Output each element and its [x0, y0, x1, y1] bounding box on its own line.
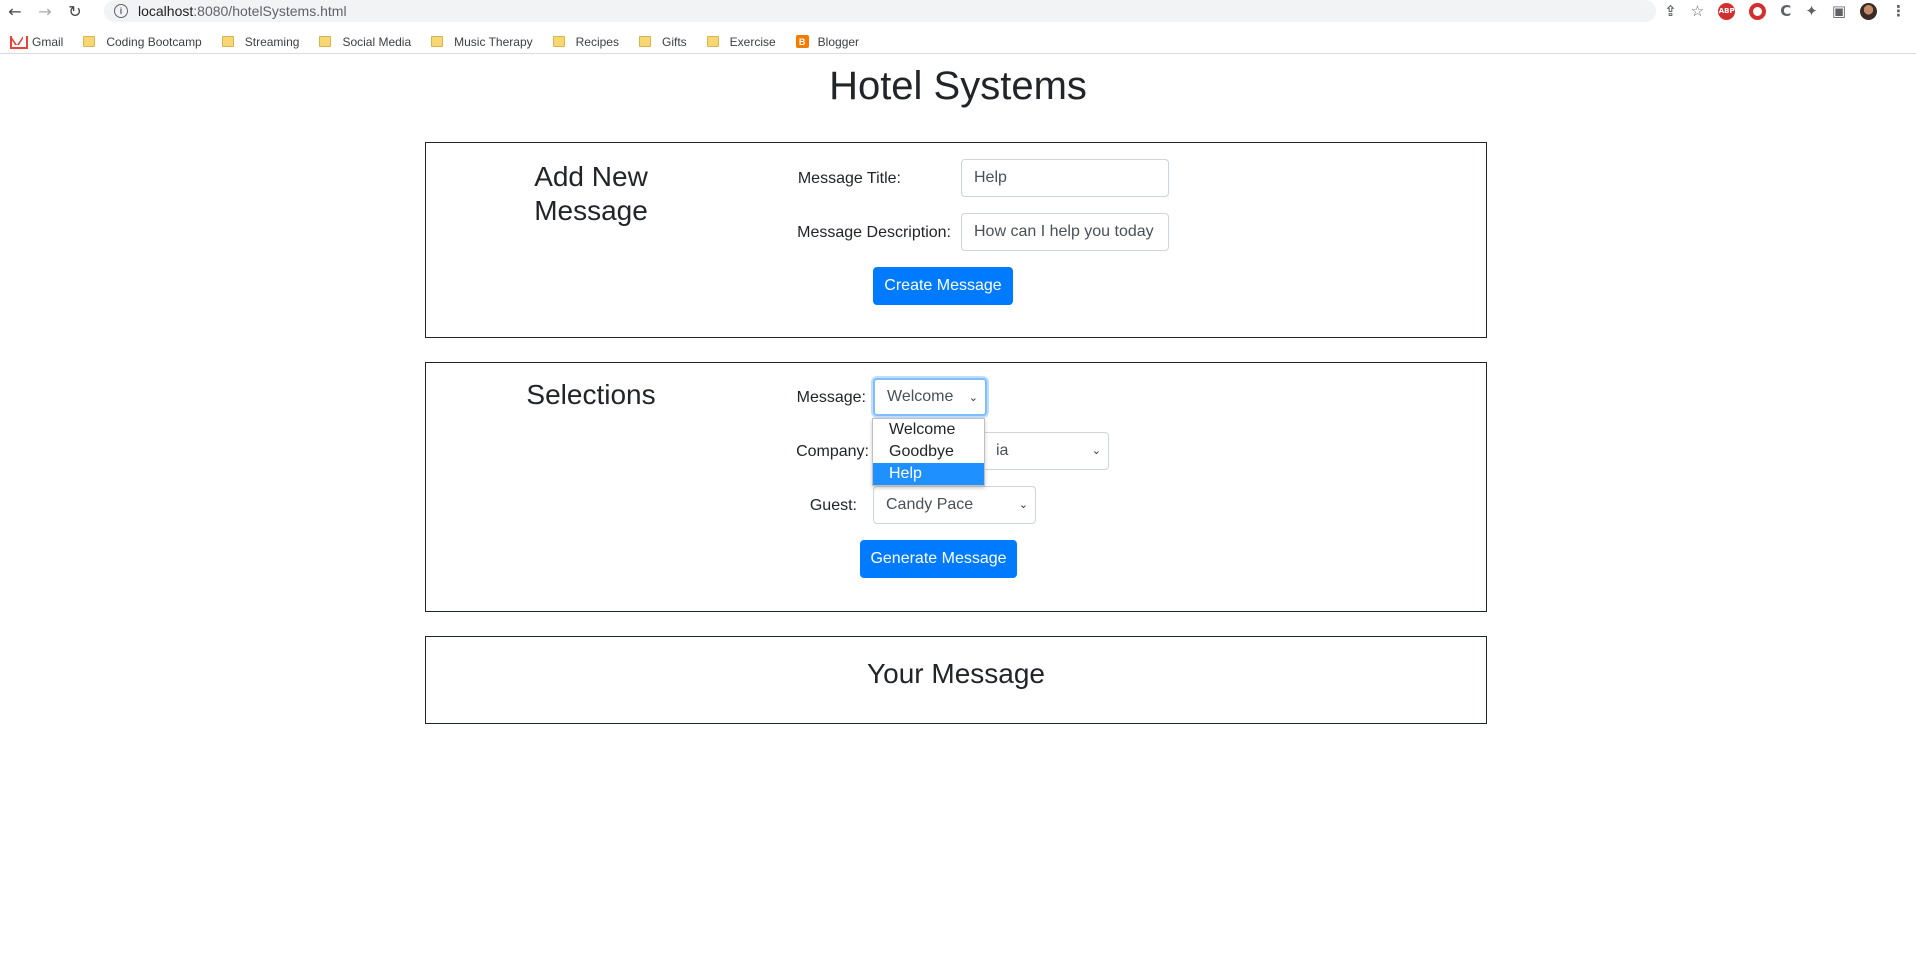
bookmark-item[interactable]: Gmail: [10, 31, 63, 53]
browser-toolbar: ← → ↻ i localhost:8080/hotelSystems.html…: [0, 0, 1916, 22]
message-description-label: Message Description:: [797, 224, 951, 241]
bookmark-item[interactable]: Social Media: [319, 31, 411, 53]
guest-select-value: Candy Pace: [886, 496, 974, 513]
selections-heading: Selections: [526, 379, 656, 410]
your-message-heading: Your Message: [867, 658, 1045, 689]
address-bar[interactable]: i localhost:8080/hotelSystems.html: [104, 0, 1656, 22]
company-select-label: Company:: [796, 443, 869, 460]
output-card: Your Message: [425, 636, 1487, 724]
message-dropdown-list: Welcome Goodbye Help: [872, 418, 985, 486]
bookmark-label: Exercise: [729, 34, 776, 49]
bookmark-item[interactable]: Recipes: [552, 31, 619, 53]
chevron-down-icon: ⌄: [1091, 444, 1101, 457]
bookmarks-bar: Gmail Coding Bootcamp Streaming Social Medi…: [0, 30, 1916, 54]
bookmark-item[interactable]: B Blogger: [795, 31, 860, 53]
create-message-button[interactable]: Create Message: [873, 267, 1013, 305]
bookmark-item[interactable]: Streaming: [221, 31, 300, 53]
back-arrow-icon[interactable]: ←: [0, 0, 30, 22]
message-title-label: Message Title:: [797, 170, 901, 187]
chevron-down-icon: ⌄: [968, 391, 978, 404]
bookmark-label: Blogger: [817, 34, 860, 49]
bookmark-item[interactable]: Music Therapy: [431, 31, 533, 53]
selections-card: Selections Message: Welcome ⌄ Company: i…: [425, 362, 1487, 612]
adblock-icon[interactable]: ABP: [1718, 2, 1736, 20]
url-host: localhost: [138, 3, 194, 19]
bookmark-item[interactable]: Gifts: [638, 31, 687, 53]
blogger-icon: B: [795, 35, 809, 48]
folder-icon: [83, 36, 96, 47]
folder-icon: [431, 36, 444, 47]
url-path: :8080/hotelSystems.html: [193, 3, 347, 19]
company-select-value: ia: [996, 442, 1009, 459]
message-select-label: Message:: [796, 389, 866, 406]
forward-arrow-icon[interactable]: →: [30, 0, 60, 22]
generate-message-button[interactable]: Generate Message: [860, 540, 1017, 578]
kebab-menu-icon[interactable]: ⋮: [1891, 2, 1906, 20]
reload-icon[interactable]: ↻: [60, 0, 90, 22]
folder-icon: [221, 36, 234, 47]
guest-select-label: Guest:: [809, 497, 857, 514]
folder-icon: [552, 36, 565, 47]
bookmark-item[interactable]: Exercise: [706, 31, 776, 53]
share-icon[interactable]: ⇪: [1664, 2, 1677, 20]
gmail-icon: [10, 36, 28, 49]
folder-icon: [706, 36, 719, 47]
page-title: Hotel Systems: [829, 64, 1087, 108]
bookmark-label: Streaming: [244, 34, 300, 49]
site-info-icon[interactable]: i: [114, 4, 128, 18]
message-description-input[interactable]: How can I help you today: [961, 213, 1169, 251]
puzzle-extensions-icon[interactable]: ✦: [1805, 2, 1818, 20]
extension-area: ⇪ ☆ ABP C ✦ ▣ ⋮: [1664, 0, 1916, 22]
bookmark-star-icon[interactable]: ☆: [1691, 2, 1704, 20]
guest-select[interactable]: Candy Pace ⌄: [873, 486, 1036, 524]
bookmark-label: Social Media: [342, 34, 412, 49]
dropdown-option[interactable]: Welcome: [873, 419, 984, 441]
message-select[interactable]: Welcome ⌄: [873, 378, 987, 416]
chevron-down-icon: ⌄: [1018, 498, 1028, 511]
dropdown-option[interactable]: Goodbye: [873, 441, 984, 463]
bookmark-label: Gmail: [32, 34, 64, 49]
bookmark-label: Coding Bootcamp: [106, 34, 202, 49]
bookmark-label: Music Therapy: [454, 34, 533, 49]
message-select-value: Welcome: [887, 388, 954, 405]
add-message-heading-line2: Message: [534, 195, 648, 226]
extension-c-icon[interactable]: C: [1780, 2, 1791, 20]
message-title-input[interactable]: Help: [961, 159, 1169, 197]
folder-icon: [319, 36, 332, 47]
bookmark-item[interactable]: Coding Bootcamp: [83, 31, 202, 53]
profile-avatar[interactable]: [1860, 2, 1877, 20]
folder-icon: [638, 36, 651, 47]
bookmark-label: Gifts: [661, 34, 687, 49]
side-panel-icon[interactable]: ▣: [1832, 2, 1846, 20]
add-message-heading: Add New Message: [516, 160, 666, 228]
bookmark-label: Recipes: [575, 34, 619, 49]
add-message-heading-line1: Add New: [534, 161, 648, 192]
add-message-card: Add New Message Message Title: Help Mess…: [425, 142, 1487, 338]
record-extension-icon[interactable]: [1749, 2, 1767, 20]
dropdown-option[interactable]: Help: [873, 463, 984, 485]
